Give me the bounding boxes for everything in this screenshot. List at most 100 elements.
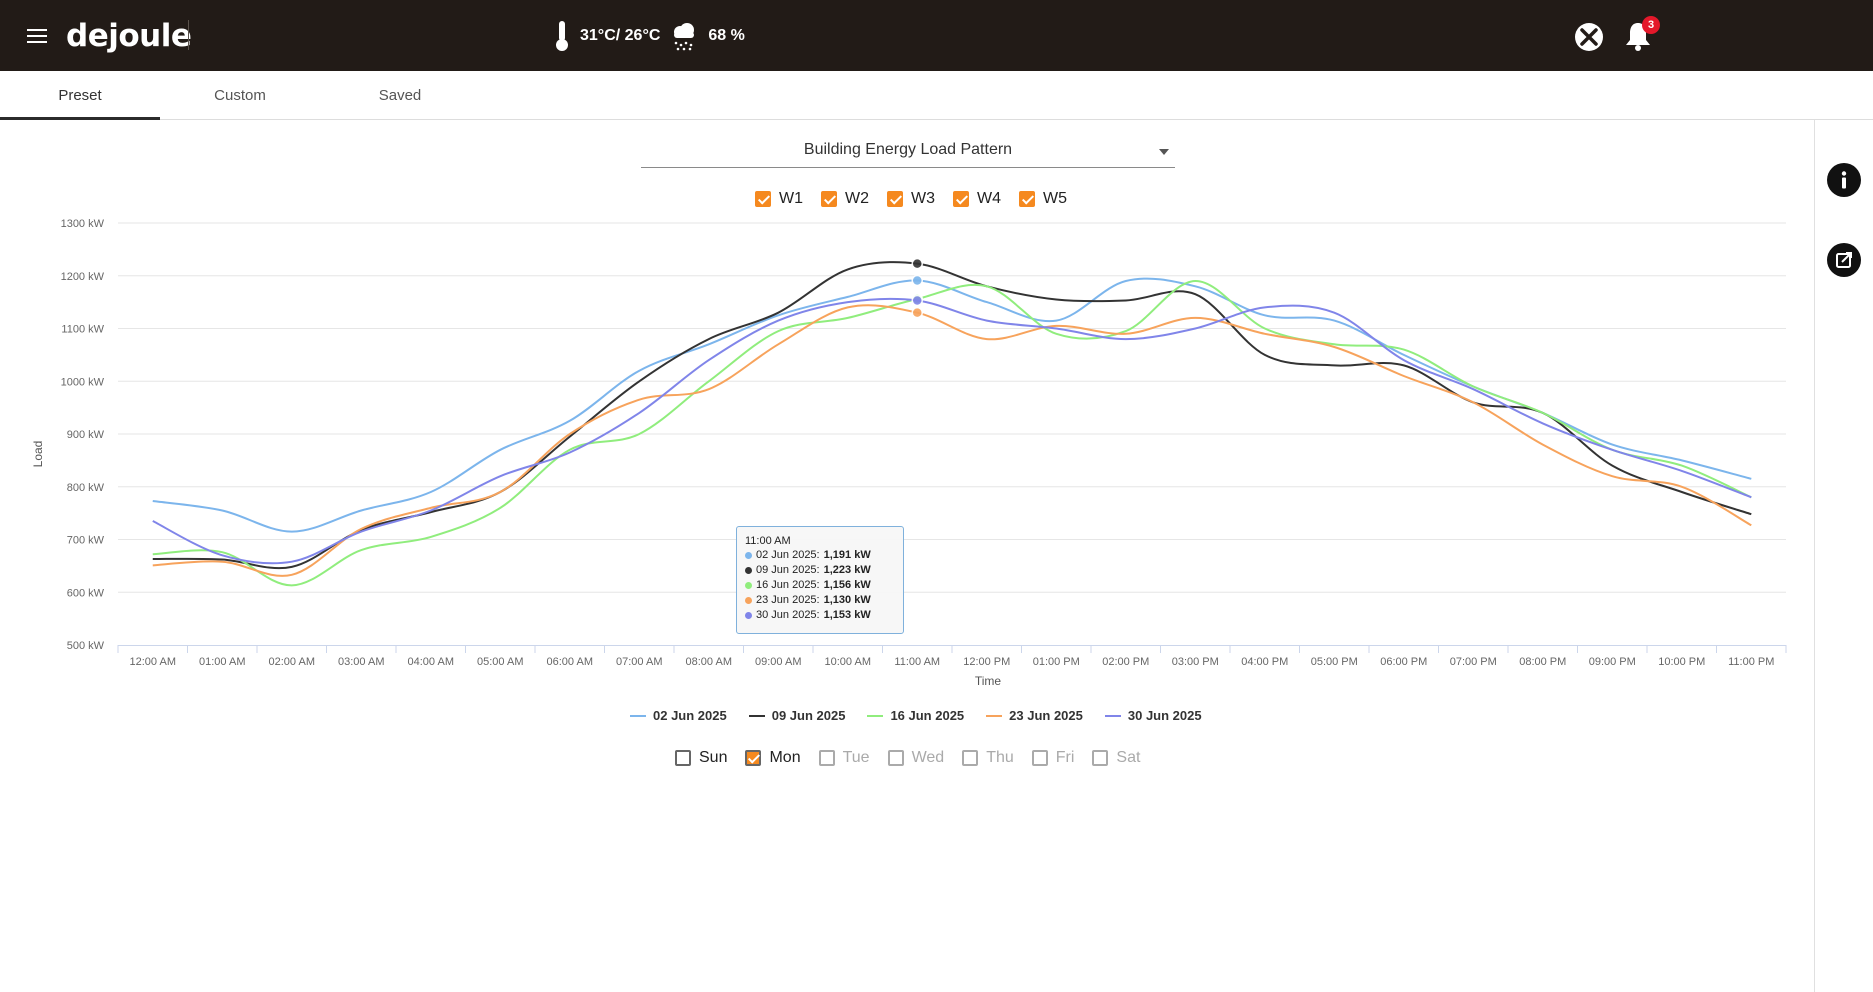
day-checkbox-sat: Sat	[1092, 749, 1140, 767]
checkbox-icon	[887, 750, 904, 766]
legend-swatch	[630, 714, 646, 717]
legend-label: 02 Jun 2025	[653, 708, 727, 723]
series-dot	[745, 567, 752, 574]
checkbox-icon	[962, 750, 979, 766]
chart-legend: 02 Jun 2025 09 Jun 2025 16 Jun 2025 23 Jun …	[630, 708, 1202, 723]
day-label: Wed	[911, 749, 945, 766]
load-chart: 500 kW 600 kW 700 kW 800 kW 900 kW 1000 kW 110…	[30, 205, 1810, 695]
x-tick-label: 08:00 AM	[686, 656, 732, 668]
y-tick-label: 1100 kW	[61, 324, 104, 336]
y-tick-label: 500 kW	[67, 640, 105, 652]
tooltip-value: 1,153 kW	[823, 609, 871, 621]
export-icon[interactable]	[1827, 243, 1861, 277]
humidity-text: 68 %	[708, 27, 745, 44]
x-tick-label: 11:00 AM	[894, 656, 940, 668]
tooltip-date: 09 Jun 2025:	[756, 564, 820, 576]
pattern-dropdown-value: Building Energy Load Pattern	[803, 141, 1013, 158]
day-label: Thu	[986, 749, 1014, 766]
tooltip-date: 23 Jun 2025:	[756, 594, 820, 606]
y-axis-title: Load	[31, 441, 45, 468]
tooltip-row: 16 Jun 2025: 1,156 kW	[745, 578, 895, 593]
x-tick-label: 01:00 AM	[199, 656, 245, 668]
day-checkbox-mon[interactable]: Mon	[745, 749, 801, 767]
x-tick-label: 09:00 AM	[755, 656, 801, 668]
legend-swatch	[1104, 714, 1121, 717]
y-tick-label: 900 kW	[67, 429, 105, 441]
notifications-button[interactable]: 3	[1624, 16, 1660, 54]
x-tick-label: 02:00 PM	[1102, 656, 1149, 668]
pattern-dropdown[interactable]: Building Energy Load Pattern	[641, 137, 1175, 168]
weather-widget: 31°C/ 26°C 68 %	[554, 16, 745, 56]
tooltip-row: 30 Jun 2025: 1,153 kW	[745, 608, 895, 623]
series-line-5	[152, 297, 1752, 565]
tooltip-row: 02 Jun 2025: 1,191 kW	[745, 548, 895, 563]
x-tick-label: 02:00 AM	[269, 656, 315, 668]
tooltip-date: 30 Jun 2025:	[756, 609, 820, 621]
menu-icon[interactable]	[27, 29, 47, 43]
x-tick-label: 07:00 PM	[1450, 656, 1497, 668]
day-label: Tue	[842, 749, 870, 766]
day-label: Sun	[699, 749, 728, 766]
tooltip-value: 1,156 kW	[823, 579, 871, 591]
checkbox-icon	[675, 750, 691, 766]
rain-cloud-icon	[674, 23, 695, 51]
checkbox-icon	[1092, 750, 1109, 766]
tab-custom[interactable]: Custom	[160, 71, 320, 120]
tooltip-row: 09 Jun 2025: 1,223 kW	[745, 563, 895, 578]
day-label: Sat	[1116, 749, 1141, 766]
hover-point	[911, 257, 923, 270]
legend-item-5[interactable]: 30 Jun 2025	[1104, 708, 1202, 723]
day-checkbox-tue: Tue	[818, 749, 870, 767]
tab-preset[interactable]: Preset	[0, 71, 160, 120]
x-tick-label: 03:00 PM	[1172, 656, 1219, 668]
series-line-1	[152, 277, 1752, 533]
hover-point	[911, 306, 923, 319]
x-tick-label: 06:00 PM	[1380, 656, 1427, 668]
y-tick-label: 700 kW	[67, 535, 105, 547]
y-tick-label: 1200 kW	[61, 271, 105, 283]
checkbox-icon	[745, 750, 762, 766]
tab-bar: Preset Custom Saved	[0, 71, 1873, 120]
legend-label: 30 Jun 2025	[1127, 708, 1202, 723]
hover-point	[911, 274, 923, 287]
x-tick-label: 10:00 AM	[825, 656, 871, 668]
x-tick-label: 08:00 PM	[1519, 656, 1566, 668]
tab-saved[interactable]: Saved	[320, 71, 480, 120]
caret-down-icon	[1159, 149, 1169, 155]
legend-label: 16 Jun 2025	[890, 708, 965, 723]
day-checkbox-fri: Fri	[1031, 749, 1074, 767]
legend-item-4[interactable]: 23 Jun 2025	[986, 708, 1083, 723]
tooltip-value: 1,130 kW	[823, 594, 871, 606]
x-tick-label: 05:00 AM	[477, 656, 523, 668]
series-line-4	[152, 304, 1752, 577]
series-dot	[745, 612, 752, 619]
tools-icon[interactable]	[1574, 22, 1604, 52]
day-checkbox-wed: Wed	[887, 749, 945, 767]
x-tick-label: 09:00 PM	[1589, 656, 1636, 668]
series-dot	[745, 597, 752, 604]
y-tick-label: 1300 kW	[61, 218, 105, 230]
load-chart-svg: 500 kW 600 kW 700 kW 800 kW 900 kW 1000 kW 110…	[31, 218, 1787, 688]
tooltip-date: 02 Jun 2025:	[756, 549, 820, 561]
info-icon[interactable]	[1827, 163, 1861, 197]
tooltip-date: 16 Jun 2025:	[756, 579, 820, 591]
temperature-text: 31°C/ 26°C	[580, 27, 661, 44]
right-rail-divider	[1814, 120, 1815, 992]
x-tick-label: 10:00 PM	[1658, 656, 1705, 668]
notification-badge: 3	[1642, 16, 1660, 34]
x-tick-label: 12:00 AM	[130, 656, 176, 668]
legend-item-1[interactable]: 02 Jun 2025	[630, 708, 727, 723]
x-tick-label: 01:00 PM	[1033, 656, 1080, 668]
day-checkbox-sun[interactable]: Sun	[675, 749, 727, 767]
x-tick-label: 11:00 PM	[1728, 656, 1774, 668]
chart-tooltip: 11:00 AM 02 Jun 2025: 1,191 kW 09 Jun 2025…	[736, 526, 904, 634]
legend-item-3[interactable]: 16 Jun 2025	[867, 708, 964, 723]
legend-item-2[interactable]: 09 Jun 2025	[748, 708, 845, 723]
app-logo[interactable]: dejoule	[66, 18, 192, 54]
x-tick-label: 04:00 AM	[408, 656, 454, 668]
day-filter: Sun Mon Tue Wed Thu Fri Sat	[675, 749, 1140, 767]
x-tick-label: 03:00 AM	[338, 656, 384, 668]
tooltip-row: 23 Jun 2025: 1,130 kW	[745, 593, 895, 608]
series-dot	[745, 582, 752, 589]
x-tick-label: 06:00 AM	[547, 656, 593, 668]
